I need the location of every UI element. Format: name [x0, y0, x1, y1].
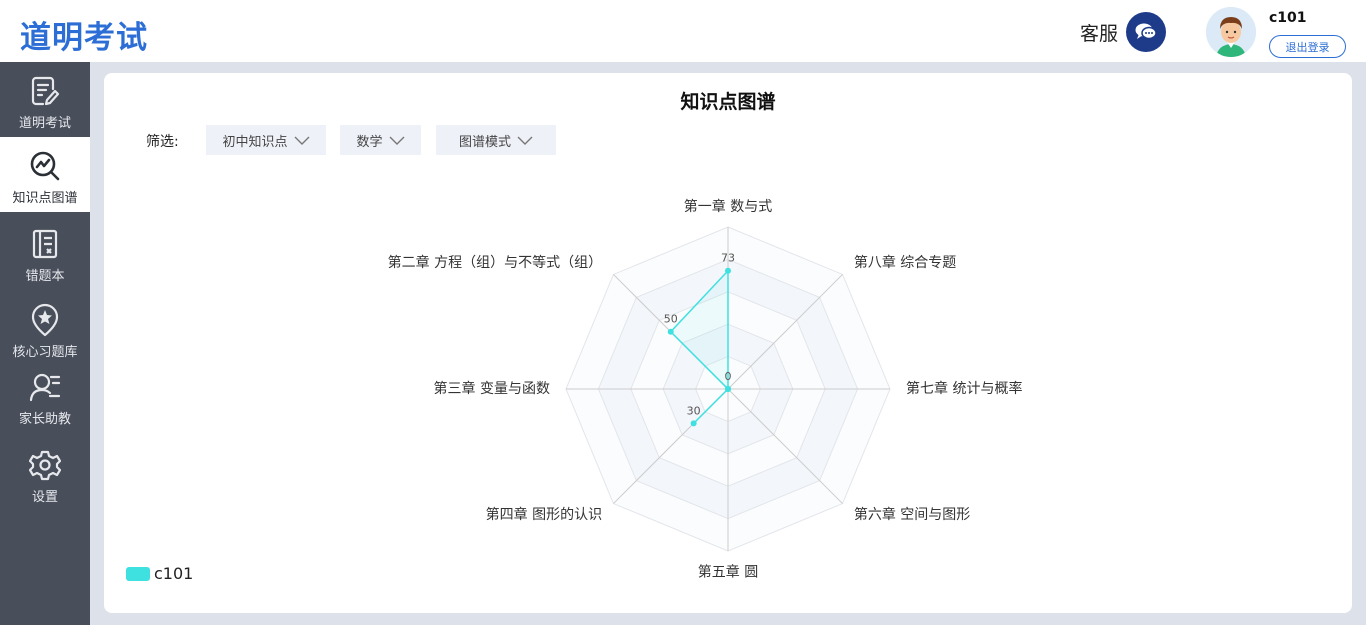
sidebar-item-mistake-book[interactable]: 错题本 — [0, 215, 90, 290]
radar-indicator-label: 第三章 变量与函数 — [434, 380, 550, 397]
parent-user-icon — [28, 370, 62, 404]
radar-chart: 第一章 数与式第八章 综合专题第七章 统计与概率第六章 空间与图形第五章 圆 第四… — [388, 198, 1023, 581]
series-point — [690, 420, 697, 427]
sidebar-item-label: 道明考试 — [18, 116, 71, 131]
avatar[interactable] — [1206, 7, 1256, 57]
exam-icon — [28, 74, 62, 108]
radar-indicator-label: 第八章 综合专题 — [854, 254, 956, 271]
sidebar-item-label: 错题本 — [25, 269, 65, 284]
sidebar-item-label: 知识点图谱 — [12, 191, 78, 206]
star-pin-icon — [28, 303, 62, 337]
sidebar-item-core-exercises[interactable]: 核心习题库 — [0, 291, 90, 366]
graph-search-icon — [28, 149, 62, 183]
logout-button[interactable]: 退出登录 — [1269, 35, 1346, 58]
radar-indicator-label: 第四章 图形的认识 — [486, 506, 602, 523]
customer-service-button[interactable]: 客服 — [1080, 12, 1167, 52]
chat-bubble-icon — [1126, 12, 1167, 52]
sidebar-item-parent-assistant[interactable]: 家长助教 — [0, 358, 90, 433]
series-point — [667, 328, 674, 335]
chart-legend[interactable]: c101 — [126, 564, 193, 583]
sidebar-item-knowledge-graph[interactable]: 知识点图谱 — [0, 137, 90, 212]
sidebar-item-exam[interactable]: 道明考试 — [0, 62, 90, 137]
radar-indicator-label: 第一章 数与式 — [684, 198, 772, 215]
series-data-label: 0 — [725, 370, 732, 383]
app-logo: 道明考试 — [20, 20, 148, 56]
series-data-label: 73 — [721, 252, 735, 265]
gear-icon — [28, 448, 62, 482]
sidebar-item-label: 家长助教 — [18, 412, 71, 427]
radar-indicator-label: 第七章 统计与概率 — [906, 380, 1022, 397]
top-header: 道明考试 客服 c101 退出登录 — [0, 0, 1366, 62]
sidebar-item-label: 设置 — [31, 490, 58, 505]
radar-indicator-label: 第二章 方程（组）与不等式（组） — [388, 254, 602, 271]
notebook-icon — [28, 227, 62, 261]
legend-label: c101 — [154, 564, 194, 583]
customer-service-label: 客服 — [1080, 22, 1119, 45]
radar-indicator-label: 第五章 圆 — [698, 564, 758, 581]
series-point — [725, 386, 731, 392]
sidebar: 道明考试 知识点图谱 错题本 核心习题库 家长助教 设置 — [0, 62, 90, 625]
main-card: 知识点图谱 筛选: 初中知识点 数学 图谱模式 第一章 数与式 第八章 综合专题第… — [104, 73, 1352, 613]
sidebar-item-settings[interactable]: 设置 — [0, 436, 90, 511]
series-data-label: 50 — [664, 313, 678, 326]
legend-swatch — [126, 566, 150, 581]
series-point — [725, 267, 731, 274]
username: c101 — [1269, 10, 1307, 26]
radar-indicator-label: 第六章 空间与图形 — [854, 506, 970, 523]
series-data-label: 30 — [687, 404, 701, 417]
